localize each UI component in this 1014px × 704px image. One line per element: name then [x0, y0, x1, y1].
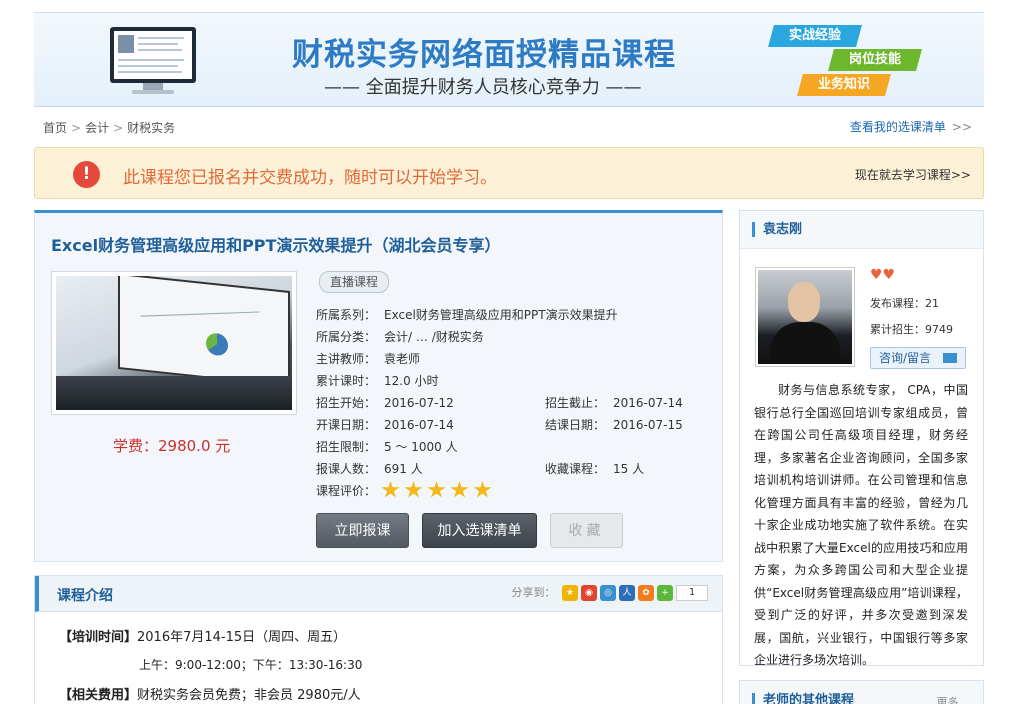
heart-rating-icon: ♥♥: [870, 267, 896, 283]
course-panel: Excel财务管理高级应用和PPT演示效果提升（湖北会员专享） 学费：2980.…: [34, 210, 723, 562]
live-course-tag: 直播课程: [319, 271, 390, 293]
weibo-icon[interactable]: ◉: [581, 585, 597, 601]
teacher-courses: 发布课程：21: [870, 297, 939, 310]
breadcrumb: 首页 > 会计 > 财税实务: [43, 119, 175, 136]
share-label: 分享到：: [511, 586, 556, 599]
rating-stars: [381, 481, 496, 502]
teacher-header: 袁志刚: [740, 211, 983, 249]
enrolled-row: 报课人数： 691 人: [316, 462, 423, 476]
course-intro-section: 课程介绍 分享到： ★ ◉ ◎ 人 ✿ +1 【培训时间】2016年7月14-15日（周四…: [34, 575, 723, 704]
teacher-avatar: [755, 267, 855, 367]
category-row: 所属分类： 会计/ … /财税实务: [316, 330, 484, 344]
enroll-end-row: 招生截止： 2016-07-14: [545, 396, 683, 410]
intro-header: 课程介绍 分享到： ★ ◉ ◎ 人 ✿ +1: [35, 576, 722, 612]
share-bar: 分享到： ★ ◉ ◎ 人 ✿ +1: [511, 584, 708, 601]
star-icon: [404, 481, 423, 498]
favorites-row: 收藏课程： 15 人: [545, 462, 645, 476]
kaixin-icon[interactable]: ✿: [638, 585, 654, 601]
star-icon: [473, 481, 492, 498]
other-courses-title: 老师的其他课程: [752, 693, 854, 704]
related-fees: 【相关费用】财税实务会员免费；非会员 2980元/人: [59, 688, 361, 703]
breadcrumb-tax[interactable]: 财税实务: [127, 121, 175, 135]
intro-title: 课程介绍: [57, 588, 113, 604]
banner-tag-skills: 岗位技能: [828, 49, 922, 71]
banner-tag-knowledge: 业务知识: [797, 74, 891, 96]
more-share-icon[interactable]: +: [657, 585, 673, 601]
my-course-list-link[interactable]: 查看我的选课清单 >>: [850, 118, 972, 135]
star-icon: [381, 481, 400, 498]
chevron-right-icon: >: [113, 121, 124, 135]
add-to-list-button[interactable]: 加入选课清单: [422, 513, 537, 548]
training-schedule: 上午：9:00-12:00；下午：13:30-16:30: [139, 658, 363, 672]
banner-title: 财税实务网络面授精品课程: [292, 37, 676, 73]
favorite-button[interactable]: 收藏: [550, 513, 623, 548]
share-count: 1: [676, 585, 708, 601]
banner-subtitle: —— 全面提升财务人员核心竞争力 ——: [324, 77, 642, 98]
breadcrumb-home[interactable]: 首页: [43, 121, 67, 135]
double-chevron-icon: >>: [951, 120, 972, 134]
limit-row: 招生限制： 5 ～ 1000 人: [316, 440, 458, 454]
qzone-icon[interactable]: ★: [562, 585, 578, 601]
series-row: 所属系列： Excel财务管理高级应用和PPT演示效果提升: [316, 308, 618, 322]
start-learning-link[interactable]: 现在就去学习课程>>: [855, 166, 971, 183]
top-banner: 财税实务网络面授精品课程 —— 全面提升财务人员核心竞争力 —— 实战经验 岗位…: [34, 12, 984, 107]
rating-row: 课程评价：: [316, 484, 377, 498]
enroll-now-button[interactable]: 立即报课: [316, 513, 409, 548]
teacher-bio: 财务与信息系统专家， CPA，中国银行总行全国巡回培训专家组成员，曾在跨国公司任…: [754, 383, 968, 667]
teacher-students: 累计招生：9749: [870, 323, 953, 336]
monitor-illustration: [110, 27, 196, 94]
more-courses-link[interactable]: 更多...: [937, 694, 970, 704]
chevron-right-icon: >: [71, 121, 82, 135]
course-title: Excel财务管理高级应用和PPT演示效果提升（湖北会员专享）: [51, 236, 501, 255]
enrollment-alert: ! 此课程您已报名并交费成功，随时可以开始学习。 现在就去学习课程>>: [34, 147, 984, 199]
alert-message: 此课程您已报名并交费成功，随时可以开始学习。: [123, 168, 497, 188]
class-end-row: 结课日期： 2016-07-15: [545, 418, 683, 432]
renren-icon[interactable]: 人: [619, 585, 635, 601]
mail-icon: [943, 353, 957, 363]
training-time: 【培训时间】2016年7月14-15日（周四、周五）: [59, 630, 347, 645]
course-thumbnail: [51, 271, 297, 415]
teacher-panel: 袁志刚 ♥♥ 发布课程：21 累计招生：9749 咨询/留言 财务与信息系统专家…: [739, 210, 984, 667]
class-start-row: 开课日期： 2016-07-14: [316, 418, 454, 432]
alert-icon: !: [73, 161, 100, 188]
hours-row: 累计课时： 12.0 小时: [316, 374, 439, 388]
course-fee: 学费：2980.0 元: [113, 437, 231, 455]
tencent-weibo-icon[interactable]: ◎: [600, 585, 616, 601]
teacher-name: 袁志刚: [752, 222, 802, 237]
contact-teacher-button[interactable]: 咨询/留言: [870, 347, 966, 369]
other-courses-panel: 老师的其他课程 更多...: [739, 680, 984, 704]
star-icon: [427, 481, 446, 498]
star-icon: [450, 481, 469, 498]
teacher-row: 主讲教师： 袁老师: [316, 352, 421, 366]
breadcrumb-accounting[interactable]: 会计: [85, 121, 109, 135]
banner-tag-experience: 实战经验: [768, 25, 862, 47]
enroll-start-row: 招生开始： 2016-07-12: [316, 396, 454, 410]
